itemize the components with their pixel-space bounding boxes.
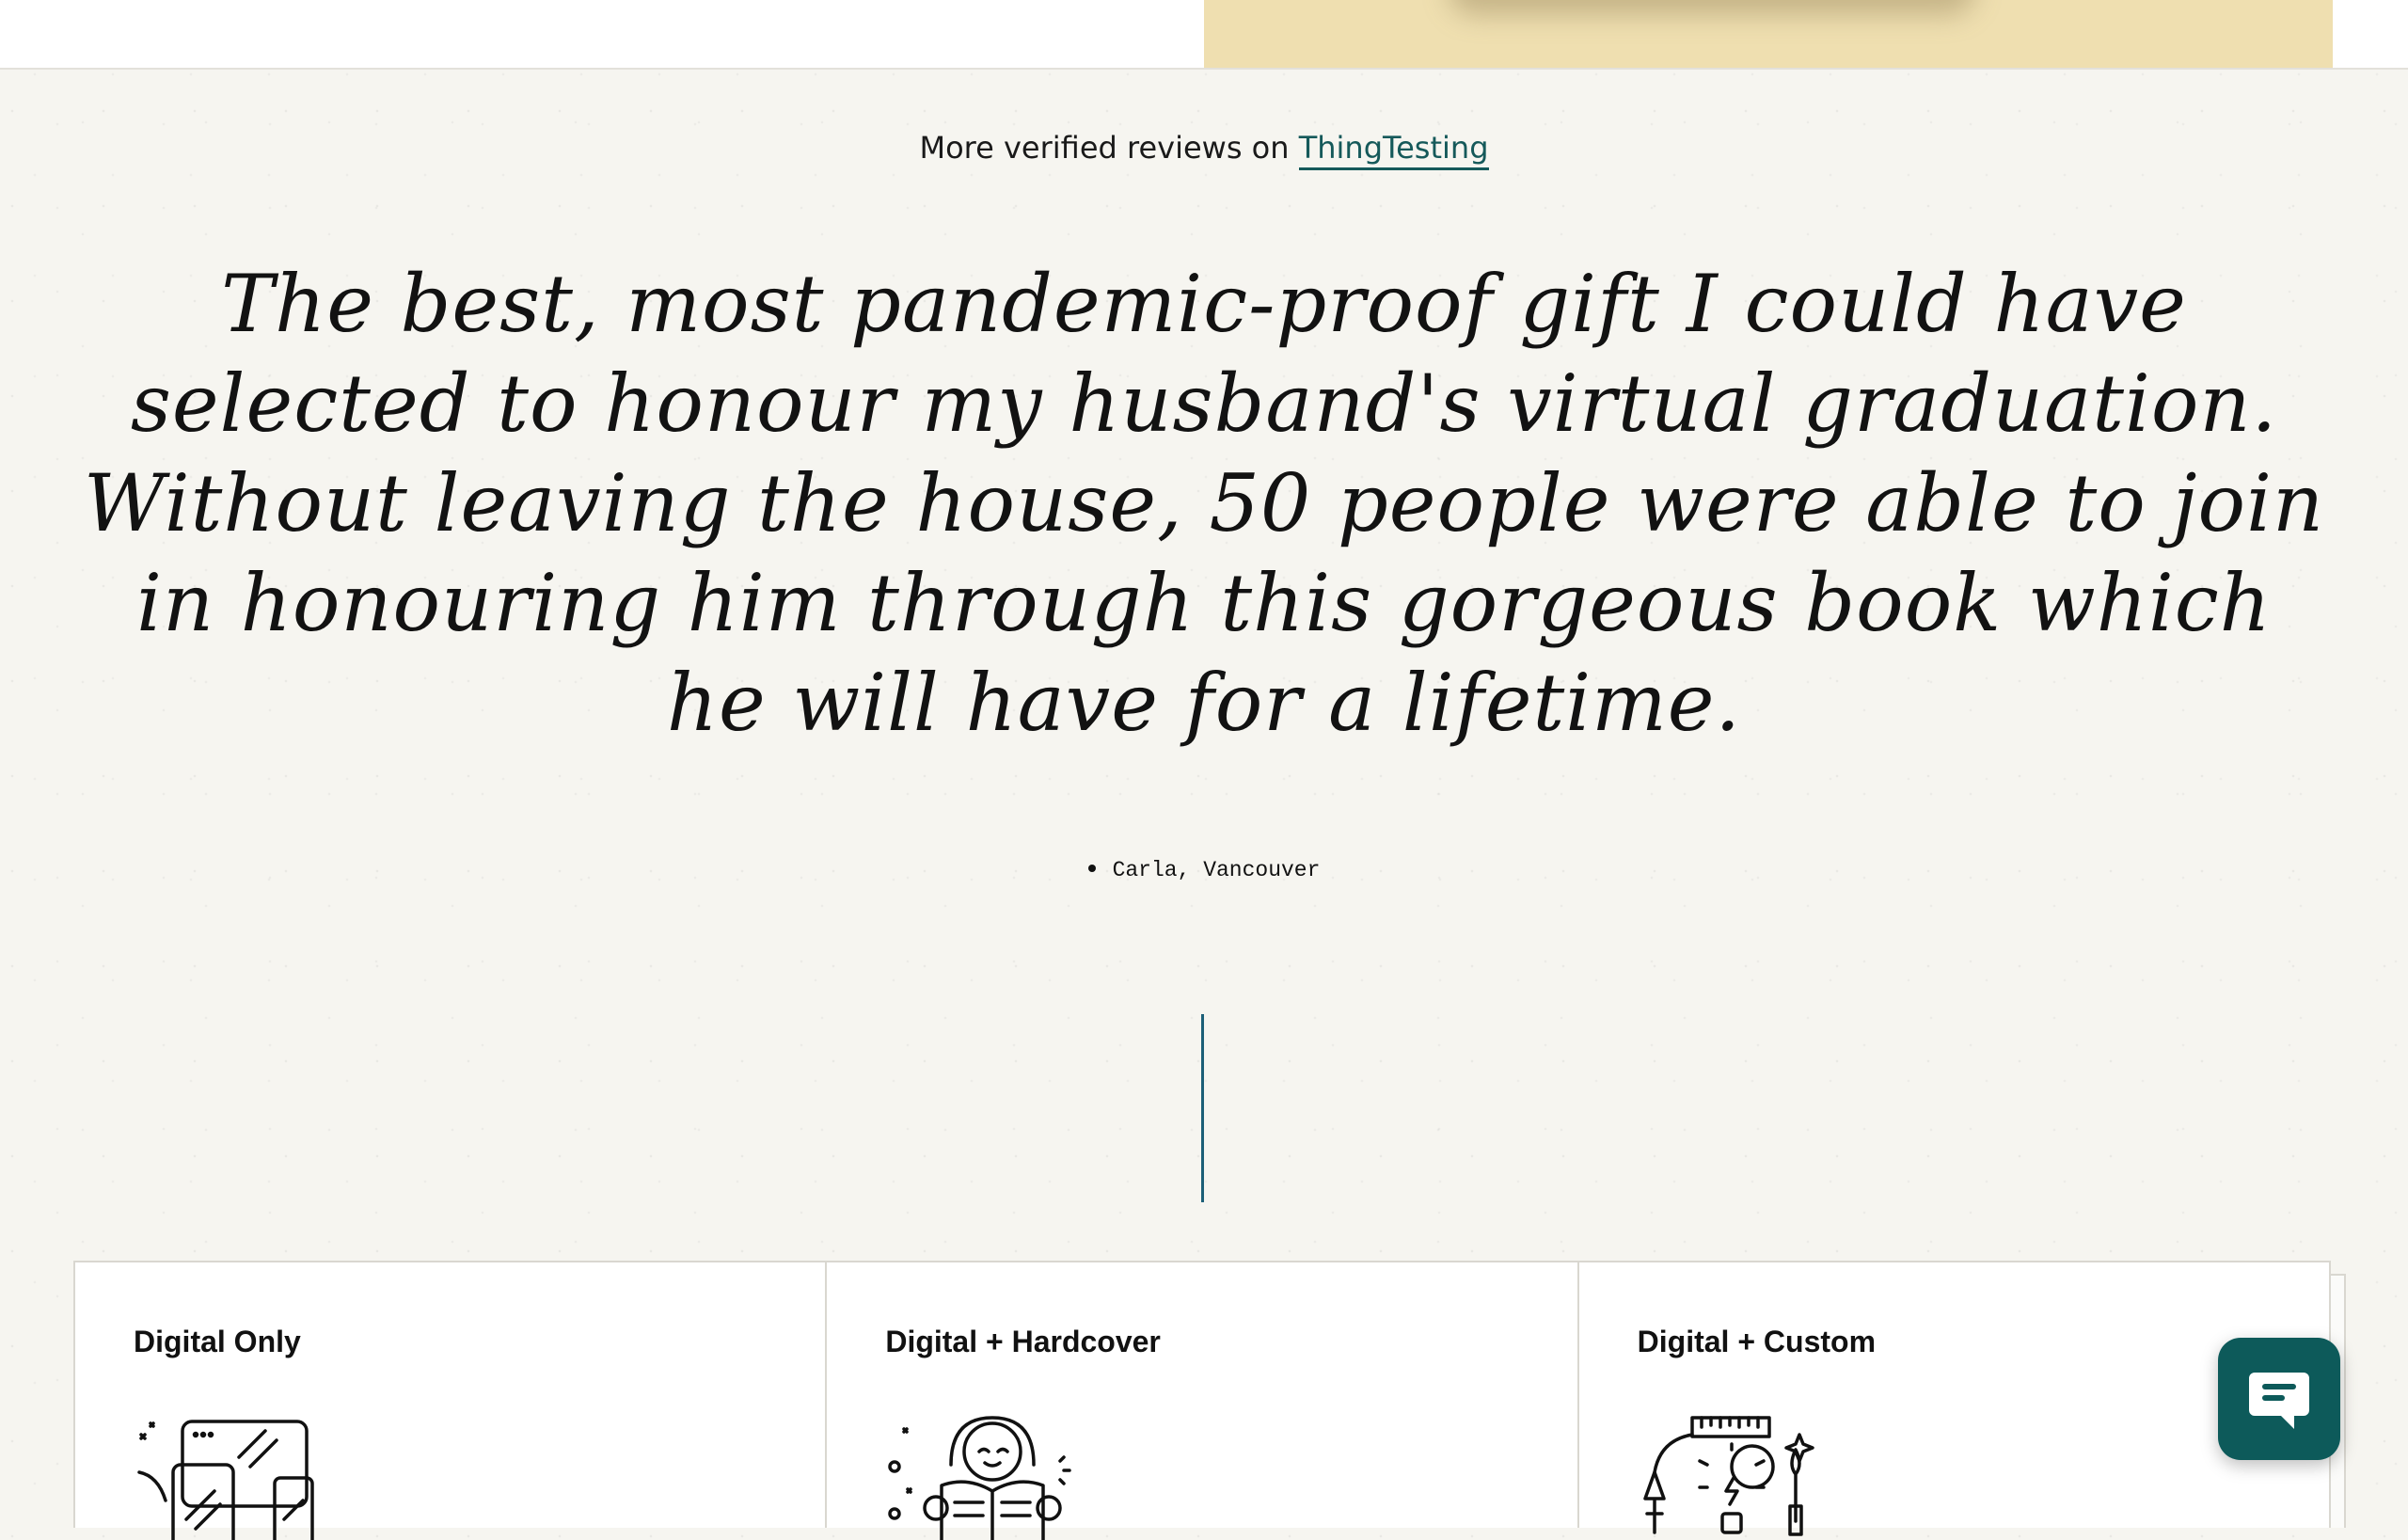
plan-title: Digital Only xyxy=(134,1325,301,1358)
hero-image-bottom xyxy=(1204,0,2333,68)
verified-reviews-line: More verified reviews on ThingTesting xyxy=(0,130,2408,170)
plan-card-digital-hardcover[interactable]: Digital + Hardcover xyxy=(827,1262,1579,1540)
devices-icon xyxy=(137,1420,314,1540)
plan-card-digital-custom[interactable]: Digital + Custom xyxy=(1579,1262,2329,1536)
reading-person-icon xyxy=(888,1416,1072,1540)
section-divider xyxy=(1201,1014,1204,1202)
plan-card-digital-only[interactable]: Digital Only xyxy=(75,1262,828,1540)
thingtesting-link[interactable]: ThingTesting xyxy=(1298,130,1489,170)
plan-cards: Digital Only Digital + Hardcover Digital… xyxy=(73,1261,2331,1540)
chat-button[interactable] xyxy=(2218,1338,2340,1460)
testimonial-author: Carla, Vancouver xyxy=(1112,858,1321,882)
bullet-icon xyxy=(1087,864,1096,872)
hero-image-shadow xyxy=(1449,0,1975,15)
verified-reviews-text: More verified reviews on xyxy=(919,130,1290,166)
testimonial-attribution: Carla, Vancouver xyxy=(0,858,2408,882)
plan-title: Digital + Hardcover xyxy=(885,1325,1161,1358)
top-strip xyxy=(0,0,2408,70)
chat-icon xyxy=(2249,1373,2309,1429)
creative-tools-icon xyxy=(1642,1416,1814,1536)
testimonial-quote: The best, most pandemic-proof gift I cou… xyxy=(83,258,2325,749)
